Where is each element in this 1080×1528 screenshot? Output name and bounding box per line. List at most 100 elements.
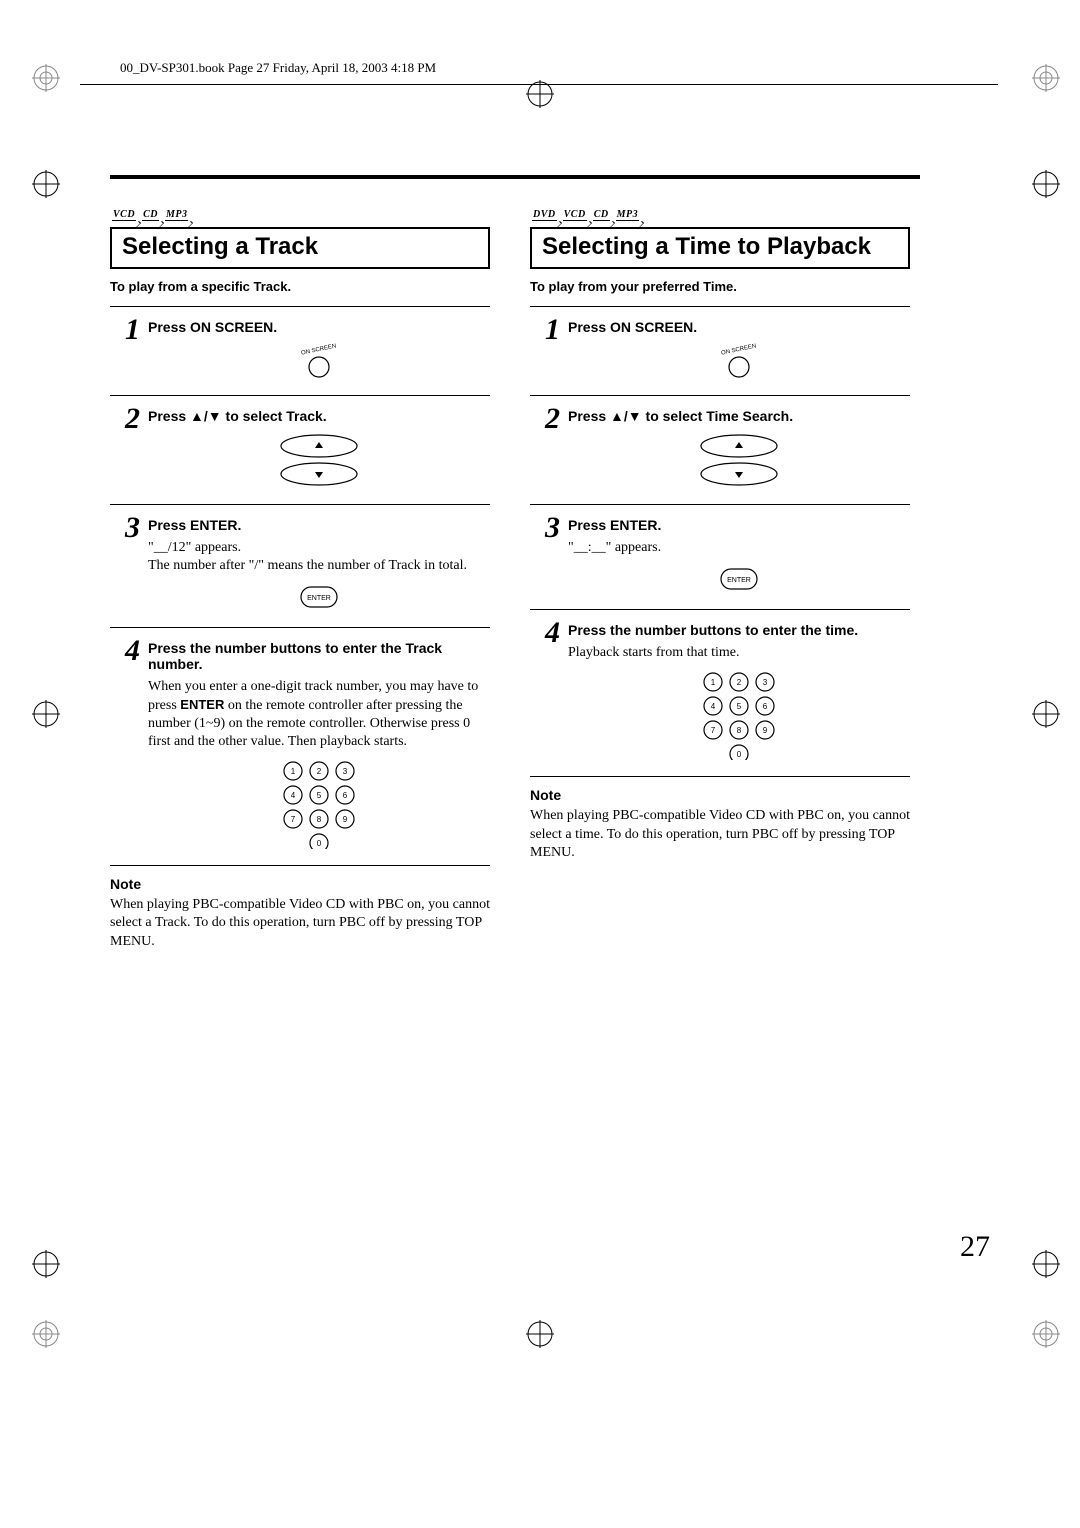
- tag-mp3: MP3: [616, 209, 640, 221]
- svg-text:7: 7: [711, 726, 716, 735]
- updown-buttons-icon: [568, 432, 910, 488]
- svg-text:ON SCREEN: ON SCREEN: [721, 343, 757, 356]
- svg-text:ON SCREEN: ON SCREEN: [301, 343, 337, 356]
- left-step3-heading: Press ENTER.: [148, 517, 490, 533]
- title-box-left: Selecting a Track: [110, 227, 490, 269]
- page-number: 27: [960, 1230, 990, 1264]
- tag-dvd: DVD: [532, 209, 557, 221]
- step-number: 3: [530, 513, 568, 543]
- step-number: 4: [110, 636, 148, 666]
- intro-left: To play from a specific Track.: [110, 279, 490, 294]
- page-content: 00_DV-SP301.book Page 27 Friday, April 1…: [100, 60, 980, 951]
- reg-mark-tr2: [1032, 170, 1060, 198]
- right-step-2: 2 Press ▲/▼ to select Time Search.: [530, 395, 910, 504]
- step-number: 3: [110, 513, 148, 543]
- svg-text:5: 5: [737, 702, 742, 711]
- tag-cd: CD: [142, 209, 159, 221]
- reg-mark-bl: [32, 1250, 60, 1278]
- right-step3-text1: "__:__" appears.: [568, 539, 910, 557]
- reg-mark-tr: [1032, 64, 1060, 92]
- reg-mark-tl2: [32, 170, 60, 198]
- right-step3-heading: Press ENTER.: [568, 517, 910, 533]
- updown-buttons-icon: [148, 432, 490, 488]
- svg-text:4: 4: [291, 791, 296, 800]
- right-step1-heading: Press ON SCREEN.: [568, 319, 910, 335]
- note-text-left: When playing PBC-compatible Video CD wit…: [110, 896, 490, 951]
- svg-text:6: 6: [763, 702, 768, 711]
- note-label-right: Note: [530, 787, 910, 803]
- reg-mark-bc: [526, 1320, 554, 1348]
- left-column: VCD CD MP3 Selecting a Track To play fro…: [110, 209, 490, 951]
- left-step2-heading: Press ▲/▼ to select Track.: [148, 408, 490, 424]
- step-number: 1: [530, 315, 568, 345]
- reg-mark-br: [1032, 1250, 1060, 1278]
- reg-mark-tl: [32, 64, 60, 92]
- onscreen-button-icon: ON SCREEN: [568, 343, 910, 379]
- left-step-1: 1 Press ON SCREEN. ON SCREEN: [110, 306, 490, 395]
- right-step-4: 4 Press the number buttons to enter the …: [530, 609, 910, 776]
- left-step1-heading: Press ON SCREEN.: [148, 319, 490, 335]
- reg-mark-tc: [526, 80, 554, 108]
- svg-text:3: 3: [763, 678, 768, 687]
- reg-mark-ml: [32, 700, 60, 728]
- left-step3-text1: "__/12" appears.: [148, 539, 490, 557]
- title-box-right: Selecting a Time to Playback: [530, 227, 910, 269]
- title-right: Selecting a Time to Playback: [542, 233, 898, 261]
- tag-cd: CD: [593, 209, 610, 221]
- svg-text:2: 2: [737, 678, 742, 687]
- svg-text:ENTER: ENTER: [307, 595, 331, 602]
- left-step4-heading: Press the number buttons to enter the Tr…: [148, 640, 490, 672]
- right-column: DVD VCD CD MP3 Selecting a Time to Playb…: [530, 209, 910, 951]
- note-label-left: Note: [110, 876, 490, 892]
- step-number: 2: [530, 404, 568, 434]
- step-number: 2: [110, 404, 148, 434]
- right-step-1: 1 Press ON SCREEN. ON SCREEN: [530, 306, 910, 395]
- svg-text:1: 1: [291, 767, 296, 776]
- note-text-right-a: When playing PBC-compatible Video CD wit…: [530, 808, 910, 841]
- tag-mp3: MP3: [165, 209, 189, 221]
- note-text-left-a: When playing PBC-compatible Video CD wit…: [110, 897, 490, 930]
- enter-button-icon: ENTER: [148, 583, 490, 611]
- svg-text:3: 3: [343, 767, 348, 776]
- right-step2-heading: Press ▲/▼ to select Time Search.: [568, 408, 910, 424]
- svg-text:ENTER: ENTER: [727, 577, 751, 584]
- numpad-icon: 1 2 3 4 5 6 7 8 9 0: [148, 759, 490, 849]
- svg-text:9: 9: [343, 815, 348, 824]
- left-step4-text: When you enter a one-digit track number,…: [148, 678, 490, 751]
- disc-tags-right: DVD VCD CD MP3: [530, 209, 910, 221]
- note-text-left-b: .: [151, 934, 155, 949]
- tag-vcd: VCD: [112, 209, 136, 221]
- svg-text:2: 2: [317, 767, 322, 776]
- svg-text:8: 8: [317, 815, 322, 824]
- right-step4-text1: Playback starts from that time.: [568, 644, 910, 662]
- svg-text:7: 7: [291, 815, 296, 824]
- onscreen-button-icon: ON SCREEN: [148, 343, 490, 379]
- svg-text:9: 9: [763, 726, 768, 735]
- step-number: 1: [110, 315, 148, 345]
- left-step3-text2: The number after "/" means the number of…: [148, 557, 490, 575]
- right-step4-heading: Press the number buttons to enter the ti…: [568, 622, 910, 638]
- right-note: Note When playing PBC-compatible Video C…: [530, 776, 910, 862]
- left-note: Note When playing PBC-compatible Video C…: [110, 865, 490, 951]
- tag-vcd: VCD: [563, 209, 587, 221]
- reg-mark-bl2: [32, 1320, 60, 1348]
- left-step-2: 2 Press ▲/▼ to select Track.: [110, 395, 490, 504]
- left-step-4: 4 Press the number buttons to enter the …: [110, 627, 490, 865]
- page-header-path: 00_DV-SP301.book Page 27 Friday, April 1…: [100, 60, 980, 76]
- step-number: 4: [530, 618, 568, 648]
- right-step-3: 3 Press ENTER. "__:__" appears. ENTER: [530, 504, 910, 609]
- reg-mark-br2: [1032, 1320, 1060, 1348]
- svg-text:0: 0: [737, 750, 742, 759]
- note-text-right-b: .: [571, 845, 575, 860]
- intro-right: To play from your preferred Time.: [530, 279, 910, 294]
- note-text-right: When playing PBC-compatible Video CD wit…: [530, 807, 910, 862]
- body-top-rule: [110, 175, 920, 179]
- left-step-3: 3 Press ENTER. "__/12" appears. The numb…: [110, 504, 490, 627]
- svg-text:8: 8: [737, 726, 742, 735]
- svg-text:1: 1: [711, 678, 716, 687]
- enter-button-icon: ENTER: [568, 565, 910, 593]
- svg-text:5: 5: [317, 791, 322, 800]
- disc-tags-left: VCD CD MP3: [110, 209, 490, 221]
- title-left: Selecting a Track: [122, 233, 478, 261]
- svg-text:0: 0: [317, 839, 322, 848]
